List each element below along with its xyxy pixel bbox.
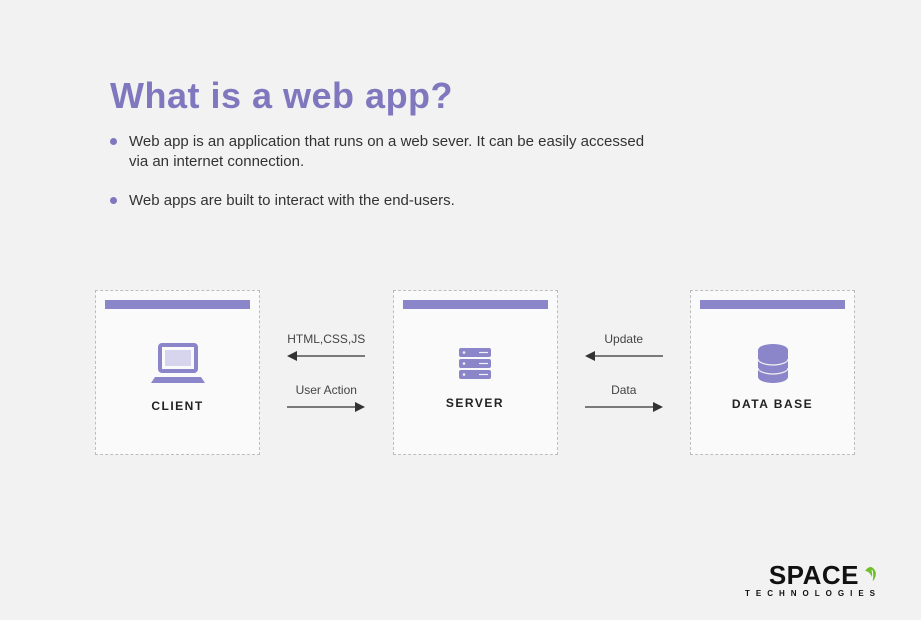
node-accent-bar xyxy=(403,300,548,309)
edge-server-to-client: HTML,CSS,JS xyxy=(287,332,365,363)
bullet-list: Web app is an application that runs on a… xyxy=(110,132,650,229)
page-title: What is a web app? xyxy=(110,75,453,117)
node-accent-bar xyxy=(700,300,845,309)
edge-group-client-server: HTML,CSS,JS User Action xyxy=(260,332,393,414)
architecture-diagram: CLIENT HTML,CSS,JS User Action xyxy=(95,285,855,460)
edge-db-to-server: Update xyxy=(585,332,663,363)
edge-group-server-db: Update Data xyxy=(558,332,691,414)
node-label: SERVER xyxy=(446,396,504,410)
laptop-icon xyxy=(151,341,205,387)
node-accent-bar xyxy=(105,300,250,309)
edge-label: Data xyxy=(611,383,636,397)
edge-label: Update xyxy=(604,332,643,346)
edge-server-to-db: Data xyxy=(585,383,663,414)
edge-label: User Action xyxy=(296,383,357,397)
node-server: SERVER xyxy=(393,290,558,455)
brand-name: SPACE xyxy=(769,562,859,588)
arrow-right-icon xyxy=(585,400,663,414)
bullet-text: Web apps are built to interact with the … xyxy=(129,191,455,211)
edge-client-to-server: User Action xyxy=(287,383,365,414)
leaf-icon xyxy=(861,565,881,585)
node-database: DATA BASE xyxy=(690,290,855,455)
bullet-dot-icon xyxy=(110,138,117,145)
node-client: CLIENT xyxy=(95,290,260,455)
node-label: DATA BASE xyxy=(732,397,813,411)
database-icon xyxy=(755,343,791,385)
bullet-dot-icon xyxy=(110,197,117,204)
bullet-item: Web apps are built to interact with the … xyxy=(110,191,650,211)
node-label: CLIENT xyxy=(151,399,203,413)
arrow-left-icon xyxy=(287,349,365,363)
edge-label: HTML,CSS,JS xyxy=(287,332,365,346)
bullet-text: Web app is an application that runs on a… xyxy=(129,132,650,173)
brand-sub: TECHNOLOGIES xyxy=(745,590,881,598)
arrow-right-icon xyxy=(287,400,365,414)
server-icon xyxy=(455,344,495,384)
bullet-item: Web app is an application that runs on a… xyxy=(110,132,650,173)
arrow-left-icon xyxy=(585,349,663,363)
brand-logo: SPACE TECHNOLOGIES xyxy=(745,562,881,598)
